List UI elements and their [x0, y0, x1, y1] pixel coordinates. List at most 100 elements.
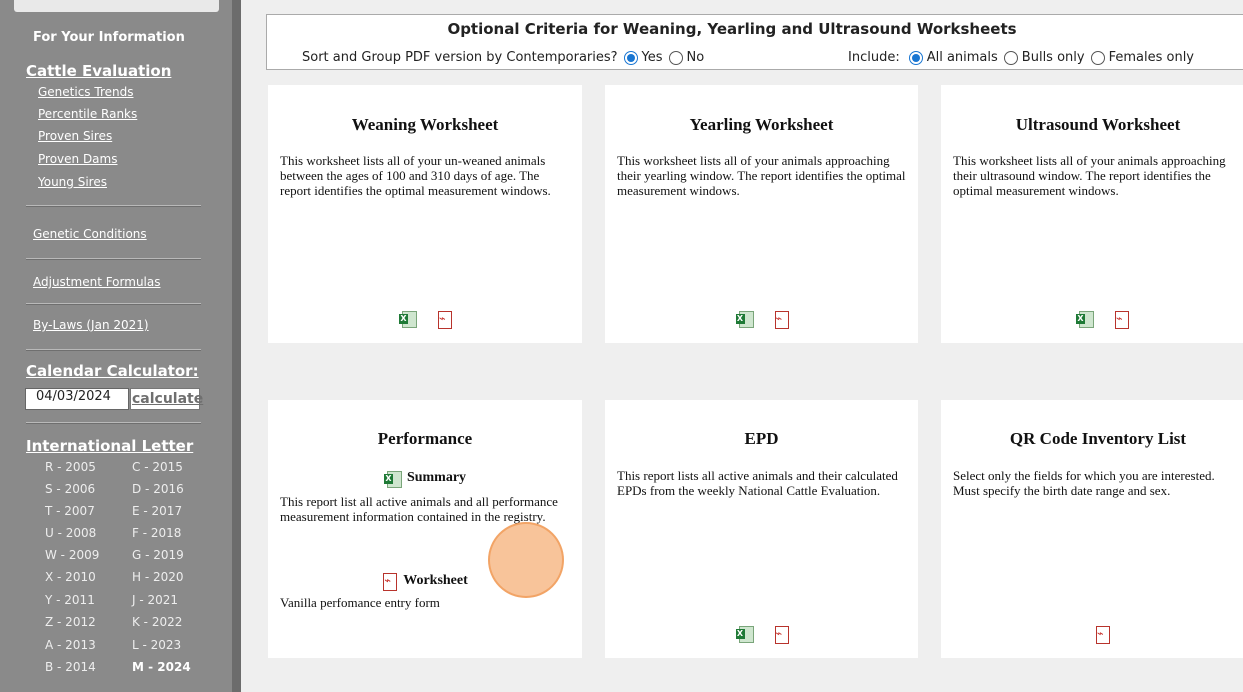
performance-title: Performance: [377, 429, 473, 448]
include-row: Include: All animals Bulls only Females …: [848, 50, 1194, 65]
letter-row: U - 2008 F - 2018: [45, 526, 181, 540]
letter-row: S - 2006 D - 2016: [45, 482, 184, 496]
excel-icon[interactable]: [399, 311, 417, 328]
include-label: Include:: [848, 50, 900, 65]
excel-icon[interactable]: [735, 311, 754, 328]
pdf-icon[interactable]: [382, 573, 398, 591]
letter-year: K - 2022: [132, 615, 183, 629]
qr-download-icons: [951, 626, 1243, 644]
excel-icon[interactable]: [383, 470, 402, 488]
epd-title: EPD: [744, 429, 779, 448]
performance-summary-row[interactable]: Summary: [268, 470, 582, 488]
females-only-label[interactable]: Females only: [1109, 50, 1194, 65]
letter-year: S - 2006: [45, 482, 96, 496]
pdf-icon[interactable]: [774, 626, 789, 644]
females-only-radio[interactable]: [1090, 50, 1105, 65]
bulls-only-radio[interactable]: [1003, 50, 1018, 65]
qr-code-inventory-card: QR Code Inventory List Select only the f…: [941, 400, 1243, 658]
letter-row: Y - 2011 J - 2021: [45, 593, 178, 607]
yearling-worksheet-title: Yearling Worksheet: [689, 115, 834, 134]
pdf-icon[interactable]: [774, 311, 789, 329]
calendar-date-input[interactable]: 04/03/2024: [25, 388, 129, 410]
genetics-trends-link[interactable]: Genetics Trends: [38, 85, 133, 99]
letter-year: F - 2018: [132, 526, 182, 540]
weaning-worksheet-title: Weaning Worksheet: [351, 115, 499, 134]
sort-yes-radio[interactable]: [623, 50, 638, 65]
ultrasound-download-icons: [951, 311, 1243, 329]
young-sires-link[interactable]: Young Sires: [38, 175, 107, 189]
letter-year: H - 2020: [132, 570, 184, 584]
criteria-title: Optional Criteria for Weaning, Yearling …: [447, 20, 1017, 38]
sort-yes-label[interactable]: Yes: [642, 50, 663, 65]
sort-no-label[interactable]: No: [687, 50, 705, 65]
percentile-ranks-link[interactable]: Percentile Ranks: [38, 107, 137, 121]
cattle-evaluation-link[interactable]: Cattle Evaluation: [26, 62, 171, 80]
adjustment-formulas-link[interactable]: Adjustment Formulas: [33, 275, 160, 289]
letter-year: X - 2010: [45, 570, 96, 584]
letter-row: B - 2014 M - 2024: [45, 660, 191, 674]
international-letter-heading: International Letter: [26, 437, 194, 455]
letter-year: E - 2017: [132, 504, 183, 518]
epd-description: This report lists all active animals and…: [617, 468, 898, 498]
letter-year: C - 2015: [132, 460, 183, 474]
yearling-worksheet-description: This worksheet lists all of your animals…: [617, 153, 906, 198]
pdf-icon[interactable]: [1095, 626, 1110, 644]
epd-download-icons: [605, 626, 918, 644]
pdf-icon[interactable]: [1114, 311, 1129, 329]
letter-year: Y - 2011: [45, 593, 95, 607]
epd-card: EPD This report lists all active animals…: [605, 400, 918, 658]
sort-group-row: Sort and Group PDF version by Contempora…: [302, 50, 704, 65]
summary-link[interactable]: Summary: [407, 470, 466, 486]
letter-year: B - 2014: [45, 660, 96, 674]
sidebar-divider: [26, 205, 201, 207]
worksheet-link[interactable]: Worksheet: [403, 573, 468, 589]
excel-icon[interactable]: [1076, 311, 1094, 328]
letter-row: T - 2007 E - 2017: [45, 504, 182, 518]
sidebar-divider: [26, 303, 201, 305]
sidebar-divider: [26, 422, 201, 424]
proven-dams-link[interactable]: Proven Dams: [38, 152, 117, 166]
letter-year: J - 2021: [132, 593, 179, 607]
calculate-button[interactable]: calculate: [130, 388, 203, 410]
genetic-conditions-link[interactable]: Genetic Conditions: [33, 227, 147, 241]
sidebar-edge: [232, 0, 241, 692]
calendar-calculator-heading: Calendar Calculator:: [26, 362, 199, 380]
sidebar-divider: [26, 258, 201, 260]
optional-criteria-panel: Optional Criteria for Weaning, Yearling …: [266, 14, 1243, 70]
for-your-information-heading: For Your Information: [33, 30, 185, 45]
letter-row: Z - 2012 K - 2022: [45, 615, 182, 629]
ultrasound-worksheet-card: Ultrasound Worksheet This worksheet list…: [941, 85, 1243, 343]
all-animals-label[interactable]: All animals: [927, 50, 998, 65]
letter-year: D - 2016: [132, 482, 184, 496]
weaning-worksheet-card: Weaning Worksheet This worksheet lists a…: [268, 85, 582, 343]
qr-code-inventory-title: QR Code Inventory List: [1009, 429, 1187, 448]
sort-group-label: Sort and Group PDF version by Contempora…: [302, 50, 618, 65]
letter-year: U - 2008: [45, 526, 97, 540]
excel-icon[interactable]: [735, 626, 754, 643]
summary-description: This report list all active animals and …: [280, 494, 558, 524]
bylaws-link[interactable]: By-Laws: [33, 318, 83, 332]
sidebar: For Your Information Cattle Evaluation G…: [0, 0, 232, 692]
letter-year: L - 2023: [132, 638, 182, 652]
bulls-only-label[interactable]: Bulls only: [1022, 50, 1085, 65]
yearling-download-icons: [605, 311, 918, 329]
ultrasound-worksheet-title: Ultrasound Worksheet: [1015, 115, 1181, 134]
ultrasound-worksheet-description: This worksheet lists all of your animals…: [953, 153, 1226, 198]
qr-code-inventory-description: Select only the fields for which you are…: [953, 468, 1215, 498]
sort-no-radio[interactable]: [668, 50, 683, 65]
all-animals-radio[interactable]: [908, 50, 923, 65]
letter-year: Z - 2012: [45, 615, 96, 629]
letter-year: R - 2005: [45, 460, 96, 474]
proven-sires-link[interactable]: Proven Sires: [38, 129, 112, 143]
letter-year: A - 2013: [45, 638, 96, 652]
pdf-icon[interactable]: [437, 311, 452, 329]
letter-row: X - 2010 H - 2020: [45, 570, 184, 584]
bylaws-row: By-Laws (Jan 2021): [33, 318, 149, 332]
letter-year: G - 2019: [132, 548, 184, 562]
letter-row: R - 2005 C - 2015: [45, 460, 183, 474]
letter-row: W - 2009 G - 2019: [45, 548, 184, 562]
letter-row: A - 2013 L - 2023: [45, 638, 181, 652]
weaning-worksheet-description: This worksheet lists all of your un-wean…: [280, 153, 551, 198]
bylaws-date: (Jan 2021): [82, 318, 149, 332]
weaning-download-icons: [268, 311, 582, 329]
